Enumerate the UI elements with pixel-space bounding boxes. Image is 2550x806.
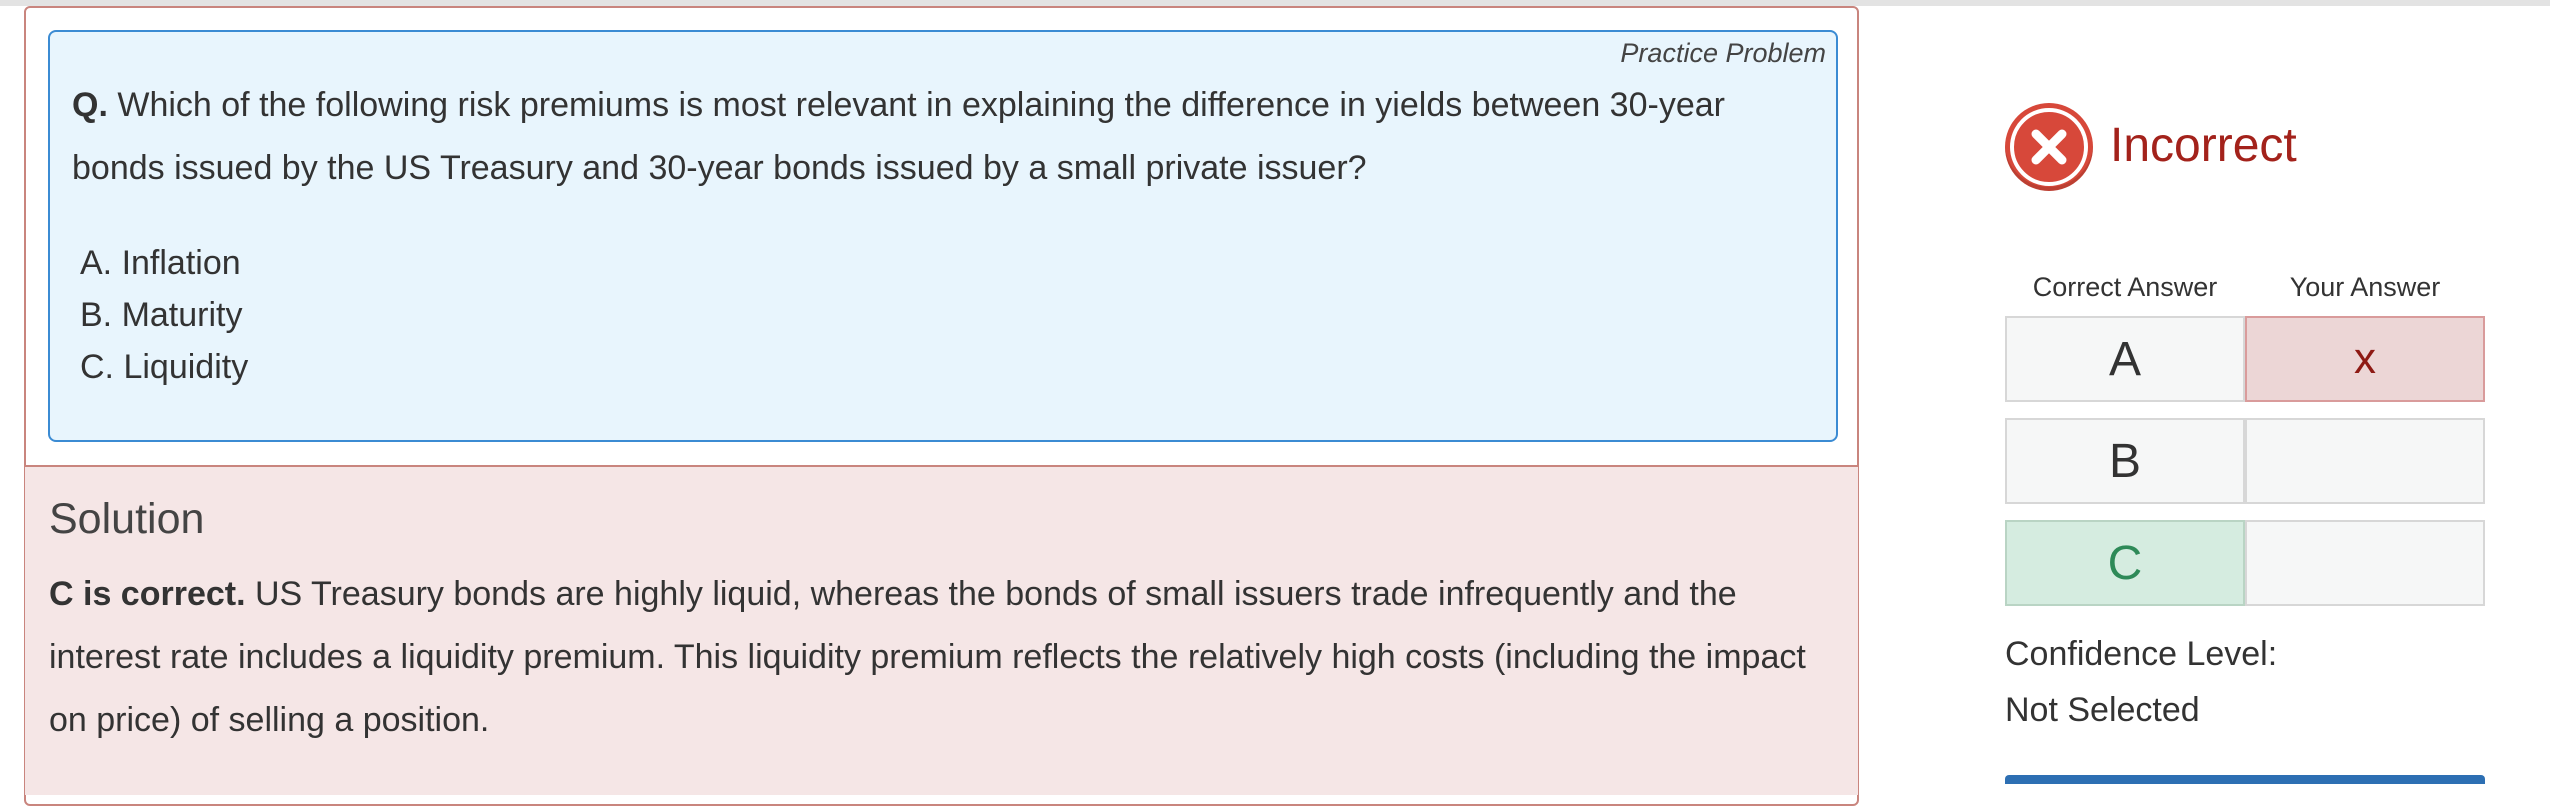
correct-answer-cell-b: B (2005, 418, 2245, 504)
confidence-label: Confidence Level: (2005, 635, 2278, 673)
your-answer-header: Your Answer (2289, 272, 2441, 302)
answer-options: A. Inflation B. Maturity C. Liquidity (80, 237, 248, 393)
your-answer-cell-c (2245, 520, 2485, 606)
confidence-level: Confidence Level: Not Selected (2005, 626, 2277, 738)
solution-lead: C is correct. (49, 575, 246, 613)
question-body: Which of the following risk premiums is … (72, 86, 1725, 187)
option-a: A. Inflation (80, 244, 241, 282)
option-b: B. Maturity (80, 296, 243, 334)
correct-answer-header: Correct Answer (2032, 272, 2218, 302)
practice-problem-label: Practice Problem (1620, 38, 1826, 68)
correct-answer-cell-a: A (2005, 316, 2245, 402)
question-prefix: Q. (72, 86, 108, 124)
next-button[interactable] (2005, 775, 2485, 784)
question-text: Q. Which of the following risk premiums … (72, 74, 1802, 200)
question-box: Practice Problem Q. Which of the followi… (48, 30, 1838, 442)
your-answer-cell-a: x (2245, 316, 2485, 402)
option-c: C. Liquidity (80, 348, 249, 386)
solution-section: Solution C is correct. US Treasury bonds… (25, 465, 1858, 795)
result-label: Incorrect (2110, 119, 2297, 172)
x-circle-icon (2005, 103, 2093, 191)
solution-title: Solution (49, 495, 205, 543)
your-answer-cell-b (2245, 418, 2485, 504)
confidence-value: Not Selected (2005, 691, 2200, 729)
solution-text: C is correct. US Treasury bonds are high… (49, 563, 1839, 752)
solution-body: US Treasury bonds are highly liquid, whe… (49, 575, 1806, 739)
correct-answer-cell-c: C (2005, 520, 2245, 606)
